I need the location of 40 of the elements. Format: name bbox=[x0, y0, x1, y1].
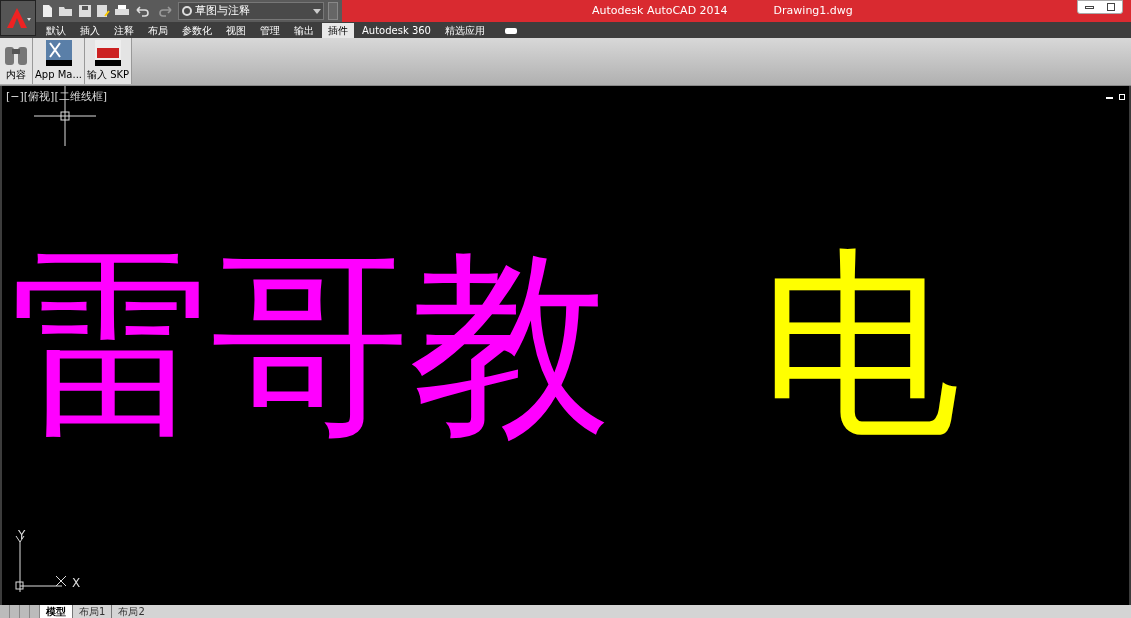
print-icon[interactable] bbox=[114, 4, 130, 18]
app-menu-button[interactable] bbox=[0, 0, 36, 36]
ribbon-tab[interactable]: 精选应用 bbox=[439, 23, 491, 38]
y-axis-label: Y bbox=[18, 527, 26, 544]
ribbon-tab[interactable]: 布局 bbox=[142, 23, 174, 38]
ribbon-tab[interactable]: 插入 bbox=[74, 23, 106, 38]
save-as-icon[interactable] bbox=[96, 4, 110, 18]
ribbon-tab[interactable]: 输出 bbox=[288, 23, 320, 38]
ribbon-button[interactable]: App Ma... bbox=[33, 38, 85, 84]
app-logo-icon bbox=[5, 6, 31, 30]
document-title: Drawing1.dwg bbox=[773, 2, 853, 19]
ribbon-tab[interactable]: Autodesk 360 bbox=[356, 23, 437, 38]
drawing-viewport[interactable]: [−][俯视][二维线框] 雷哥教 电 Y X bbox=[2, 86, 1129, 605]
ribbon-tab[interactable]: 管理 bbox=[254, 23, 286, 38]
drawing-text: 雷哥教 bbox=[10, 244, 610, 444]
ribbon-tab[interactable]: 注释 bbox=[108, 23, 140, 38]
x-axis-label: X bbox=[72, 575, 81, 592]
viewport-controls[interactable]: [−][俯视][二维线框] bbox=[6, 89, 107, 106]
workspace-dropdown[interactable]: 草图与注释 bbox=[178, 2, 324, 20]
app-window-icon bbox=[44, 39, 73, 67]
layout-tab[interactable]: 模型 bbox=[40, 605, 72, 618]
ribbon-button[interactable]: 内容 bbox=[0, 38, 33, 84]
ribbon-tab[interactable]: 插件 bbox=[322, 23, 354, 38]
layout-tab[interactable]: 布局1 bbox=[72, 605, 112, 618]
save-icon[interactable] bbox=[78, 4, 92, 18]
app-title: Autodesk AutoCAD 2014 bbox=[592, 2, 728, 19]
ribbon-button[interactable]: 输入 SKP bbox=[85, 38, 133, 84]
undo-icon[interactable] bbox=[134, 4, 152, 18]
gear-icon bbox=[181, 5, 193, 17]
open-folder-icon[interactable] bbox=[58, 4, 74, 18]
ribbon-toggle-icon[interactable] bbox=[505, 28, 517, 34]
drawing-text: 电 bbox=[760, 244, 960, 444]
caret-icon bbox=[313, 8, 321, 14]
new-file-icon[interactable] bbox=[40, 4, 54, 18]
ribbon-tab[interactable]: 视图 bbox=[220, 23, 252, 38]
ribbon-tab[interactable]: 默认 bbox=[40, 23, 72, 38]
viewport-restore-icon[interactable] bbox=[1119, 94, 1125, 100]
ribbon-tab[interactable]: 参数化 bbox=[176, 23, 218, 38]
layout-tab[interactable]: 布局2 bbox=[111, 605, 151, 618]
skp-file-icon bbox=[94, 39, 123, 67]
